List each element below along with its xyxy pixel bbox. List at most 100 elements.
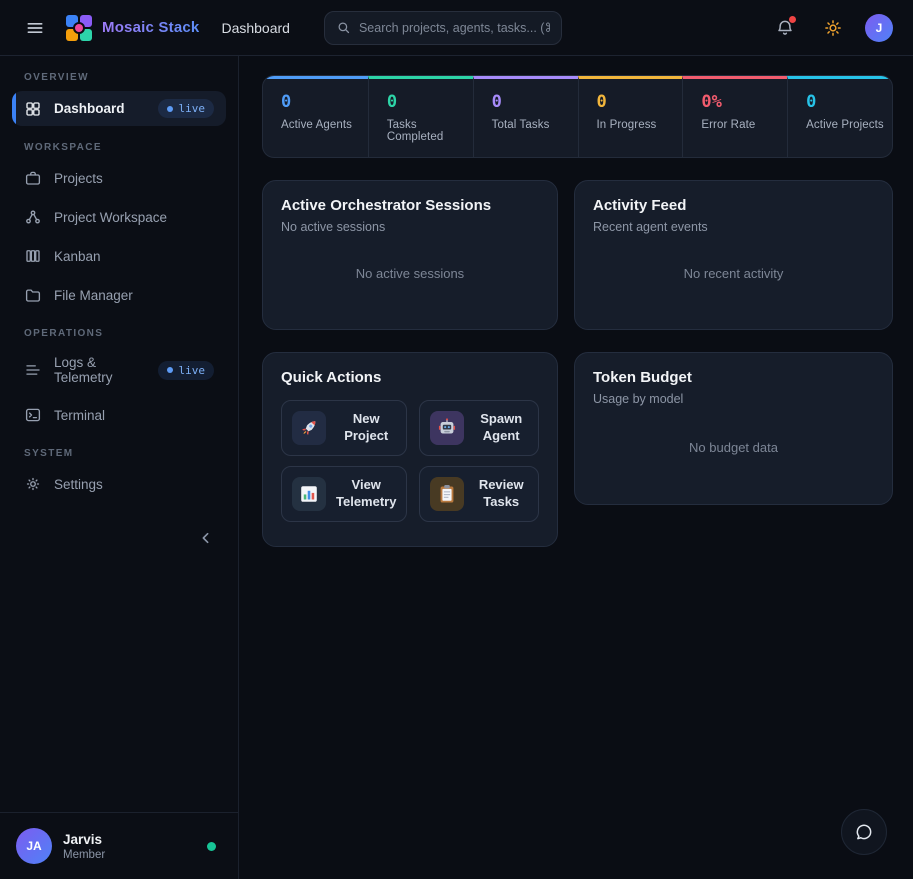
activity-feed-card: Activity Feed Recent agent events No rec…: [574, 180, 893, 330]
chat-fab-button[interactable]: [841, 809, 887, 855]
stat-value: 0: [492, 92, 572, 112]
notification-dot: [789, 16, 796, 23]
stat-in-progress: 0 In Progress: [578, 76, 683, 157]
app-header: Mosaic Stack Dashboard J: [0, 0, 913, 56]
stats-row: 0 Active Agents 0 Tasks Completed 0 Tota…: [262, 75, 893, 158]
active-sessions-card: Active Orchestrator Sessions No active s…: [262, 180, 558, 330]
sidebar-item-label: Logs & Telemetry: [54, 355, 146, 385]
sidebar-user-card[interactable]: JA Jarvis Member: [0, 812, 238, 879]
global-search[interactable]: [324, 11, 562, 45]
sidebar-item-project-workspace[interactable]: Project Workspace: [12, 200, 226, 234]
terminal-icon: [24, 406, 42, 424]
online-status-dot: [207, 842, 216, 851]
search-icon: [336, 20, 351, 35]
brand-logo: Mosaic Stack: [66, 15, 199, 41]
nav-section-overview: OVERVIEW Dashboard live: [12, 72, 226, 126]
sidebar-item-dashboard[interactable]: Dashboard live: [12, 91, 226, 126]
review-tasks-button[interactable]: Review Tasks: [419, 466, 539, 522]
rocket-icon: [292, 411, 326, 445]
quick-action-label: View Telemetry: [336, 477, 396, 511]
chevron-left-icon: [198, 534, 214, 549]
sidebar-item-logs-telemetry[interactable]: Logs & Telemetry live: [12, 347, 226, 393]
quick-actions-card: Quick Actions New Project Spawn Agent Vi…: [262, 352, 558, 547]
new-project-button[interactable]: New Project: [281, 400, 407, 456]
sidebar-item-label: Settings: [54, 477, 103, 492]
user-avatar[interactable]: J: [865, 14, 893, 42]
card-title: Quick Actions: [281, 369, 539, 386]
sidebar-item-projects[interactable]: Projects: [12, 161, 226, 195]
stat-label: Error Rate: [701, 119, 781, 131]
card-title: Activity Feed: [593, 197, 874, 214]
spawn-agent-button[interactable]: Spawn Agent: [419, 400, 539, 456]
stat-error-rate: 0% Error Rate: [682, 76, 787, 157]
menu-icon[interactable]: [20, 13, 50, 43]
clipboard-icon: [430, 477, 464, 511]
sun-icon: [823, 18, 843, 38]
stat-label: Active Projects: [806, 119, 886, 131]
sidebar: OVERVIEW Dashboard live WORKSPACE Projec…: [0, 56, 239, 879]
section-label: WORKSPACE: [24, 142, 214, 153]
live-badge: live: [158, 361, 215, 380]
brand-name: Mosaic Stack: [102, 19, 199, 36]
sidebar-item-label: Project Workspace: [54, 210, 167, 225]
stat-tasks-completed: 0 Tasks Completed: [368, 76, 473, 157]
stat-value: 0: [281, 92, 362, 112]
quick-action-label: Review Tasks: [474, 477, 528, 511]
view-telemetry-button[interactable]: View Telemetry: [281, 466, 407, 522]
stat-label: Total Tasks: [492, 119, 572, 131]
nav-section-system: SYSTEM Settings: [12, 448, 226, 501]
empty-state: No recent activity: [593, 234, 874, 313]
card-subtitle: No active sessions: [281, 220, 539, 234]
gear-icon: [24, 475, 42, 493]
section-label: OPERATIONS: [24, 328, 214, 339]
network-icon: [24, 208, 42, 226]
empty-state: No budget data: [593, 406, 874, 488]
main-content: 0 Active Agents 0 Tasks Completed 0 Tota…: [239, 56, 913, 879]
live-dot-icon: [167, 367, 173, 373]
sidebar-item-label: Projects: [54, 171, 103, 186]
search-input[interactable]: [359, 21, 550, 35]
logs-icon: [24, 361, 42, 379]
sidebar-item-terminal[interactable]: Terminal: [12, 398, 226, 432]
folder-icon: [24, 286, 42, 304]
grid-icon: [24, 100, 42, 118]
stat-value: 0: [387, 92, 467, 112]
card-title: Active Orchestrator Sessions: [281, 197, 539, 214]
sidebar-collapse-button[interactable]: [194, 526, 218, 553]
live-dot-icon: [167, 106, 173, 112]
notifications-button[interactable]: [769, 12, 801, 44]
chat-bubble-icon: [854, 822, 874, 842]
sidebar-item-label: Terminal: [54, 408, 105, 423]
card-subtitle: Recent agent events: [593, 220, 874, 234]
stat-value: 0%: [701, 92, 781, 112]
nav-section-operations: OPERATIONS Logs & Telemetry live Termina…: [12, 328, 226, 432]
theme-toggle-button[interactable]: [817, 12, 849, 44]
sidebar-nav: OVERVIEW Dashboard live WORKSPACE Projec…: [0, 56, 238, 812]
card-subtitle: Usage by model: [593, 392, 874, 406]
mosaic-logo-icon: [66, 15, 92, 41]
quick-actions-grid: New Project Spawn Agent View Telemetry R…: [281, 400, 539, 522]
empty-state: No active sessions: [281, 234, 539, 313]
sidebar-item-label: File Manager: [54, 288, 133, 303]
stat-value: 0: [597, 92, 677, 112]
kanban-icon: [24, 247, 42, 265]
stat-total-tasks: 0 Total Tasks: [473, 76, 578, 157]
card-title: Token Budget: [593, 369, 874, 386]
sidebar-item-settings[interactable]: Settings: [12, 467, 226, 501]
stat-active-projects: 0 Active Projects: [787, 76, 892, 157]
user-role: Member: [63, 849, 105, 861]
stat-label: Active Agents: [281, 119, 362, 131]
sidebar-item-label: Kanban: [54, 249, 101, 264]
section-label: OVERVIEW: [24, 72, 214, 83]
live-badge: live: [158, 99, 215, 118]
stat-label: In Progress: [597, 119, 677, 131]
quick-action-label: New Project: [336, 411, 396, 445]
sidebar-item-kanban[interactable]: Kanban: [12, 239, 226, 273]
chart-icon: [292, 477, 326, 511]
section-label: SYSTEM: [24, 448, 214, 459]
user-name: Jarvis: [63, 832, 105, 847]
sidebar-item-label: Dashboard: [54, 101, 125, 116]
stat-value: 0: [806, 92, 886, 112]
sidebar-item-file-manager[interactable]: File Manager: [12, 278, 226, 312]
nav-section-workspace: WORKSPACE Projects Project Workspace Kan…: [12, 142, 226, 312]
